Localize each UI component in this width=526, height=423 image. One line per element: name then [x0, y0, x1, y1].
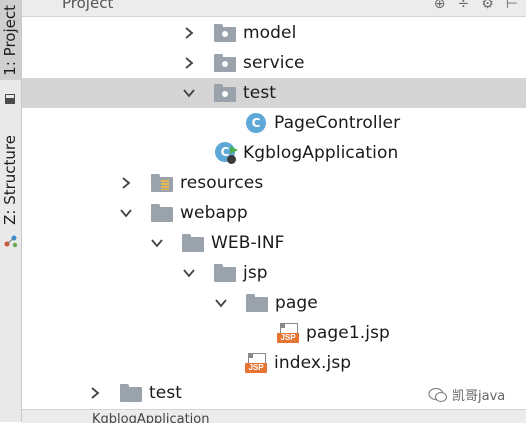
chevron-right-icon[interactable]: [119, 176, 133, 190]
tree-label: KgblogApplication: [243, 143, 399, 163]
project-panel-header: Project ⊕ ÷ ⚙ ⊢: [22, 0, 526, 17]
folder-icon: [214, 24, 236, 42]
tree-label: page1.jsp: [306, 323, 390, 343]
project-panel-icon: [4, 90, 16, 104]
tree-label: jsp: [243, 263, 268, 283]
locate-icon[interactable]: ⊕: [434, 0, 446, 12]
panel-title: Project: [62, 0, 114, 12]
folder-icon: [120, 384, 142, 402]
tree-label: service: [243, 53, 305, 73]
tree-label: webapp: [180, 203, 248, 223]
tree-label: page: [275, 293, 318, 313]
chevron-down-icon[interactable]: [182, 86, 196, 100]
tree-row-web-inf[interactable]: WEB-INF: [22, 228, 526, 258]
tree-row-service[interactable]: service: [22, 48, 526, 78]
tree-row-index-jsp[interactable]: JSP index.jsp: [22, 348, 526, 378]
tree-row-resources[interactable]: resources: [22, 168, 526, 198]
chevron-down-icon[interactable]: [150, 236, 164, 250]
tree-label: test: [243, 83, 277, 103]
folder-icon: [214, 54, 236, 72]
project-tree: model service test C PageController C Kg…: [22, 17, 526, 409]
chevron-right-icon[interactable]: [182, 26, 196, 40]
tree-label: model: [243, 23, 297, 43]
tree-label: resources: [180, 173, 264, 193]
structure-icon: [4, 233, 18, 248]
structure-tool-tab[interactable]: Z: Structure: [0, 125, 21, 235]
class-icon: C: [246, 113, 266, 133]
hide-icon[interactable]: ⊢: [506, 0, 518, 12]
watermark: 凯哥java: [428, 385, 505, 404]
jsp-file-icon: JSP: [245, 353, 267, 373]
collapse-icon[interactable]: ÷: [458, 0, 470, 12]
tree-row-test-selected[interactable]: test: [22, 78, 526, 108]
bottom-bar-text: KgblogApplication: [92, 412, 210, 423]
chevron-down-icon[interactable]: [214, 296, 228, 310]
class-icon-letter: C: [251, 116, 261, 130]
tree-row-pagecontroller[interactable]: C PageController: [22, 108, 526, 138]
project-tool-tab[interactable]: 1: Project: [0, 0, 21, 80]
run-marker-icon: [230, 139, 238, 158]
bottom-bar: KgblogApplication: [22, 409, 526, 423]
tree-label: WEB-INF: [211, 233, 285, 253]
tree-row-webapp[interactable]: webapp: [22, 198, 526, 228]
resources-folder-icon: [151, 174, 173, 192]
tree-row-jsp[interactable]: jsp: [22, 258, 526, 288]
tree-row-page[interactable]: page: [22, 288, 526, 318]
chevron-down-icon[interactable]: [182, 266, 196, 280]
jsp-tag-label: JSP: [277, 333, 299, 343]
tree-row-kgblogapplication[interactable]: C KgblogApplication: [22, 138, 526, 168]
tree-row-model[interactable]: model: [22, 18, 526, 48]
chevron-right-icon[interactable]: [88, 386, 102, 400]
project-tool-tab-label: 1: Project: [1, 4, 19, 76]
tree-row-page1-jsp[interactable]: JSP page1.jsp: [22, 318, 526, 348]
structure-tool-tab-label: Z: Structure: [1, 135, 19, 225]
chevron-right-icon[interactable]: [182, 56, 196, 70]
folder-icon: [182, 234, 204, 252]
tree-label: test: [149, 383, 183, 403]
tool-window-strip: 1: Project Z: Structure: [0, 0, 22, 422]
tree-label: PageController: [274, 113, 401, 133]
settings-icon[interactable]: ⚙: [481, 0, 494, 12]
folder-icon: [246, 294, 268, 312]
wechat-logo-icon: [428, 387, 448, 403]
tree-label: index.jsp: [274, 353, 352, 373]
watermark-text: 凯哥java: [452, 389, 506, 404]
folder-icon: [214, 264, 236, 282]
jsp-tag-label: JSP: [245, 363, 267, 373]
chevron-down-icon[interactable]: [119, 206, 133, 220]
folder-icon: [214, 84, 236, 102]
jsp-file-icon: JSP: [277, 323, 299, 343]
folder-icon: [151, 204, 173, 222]
